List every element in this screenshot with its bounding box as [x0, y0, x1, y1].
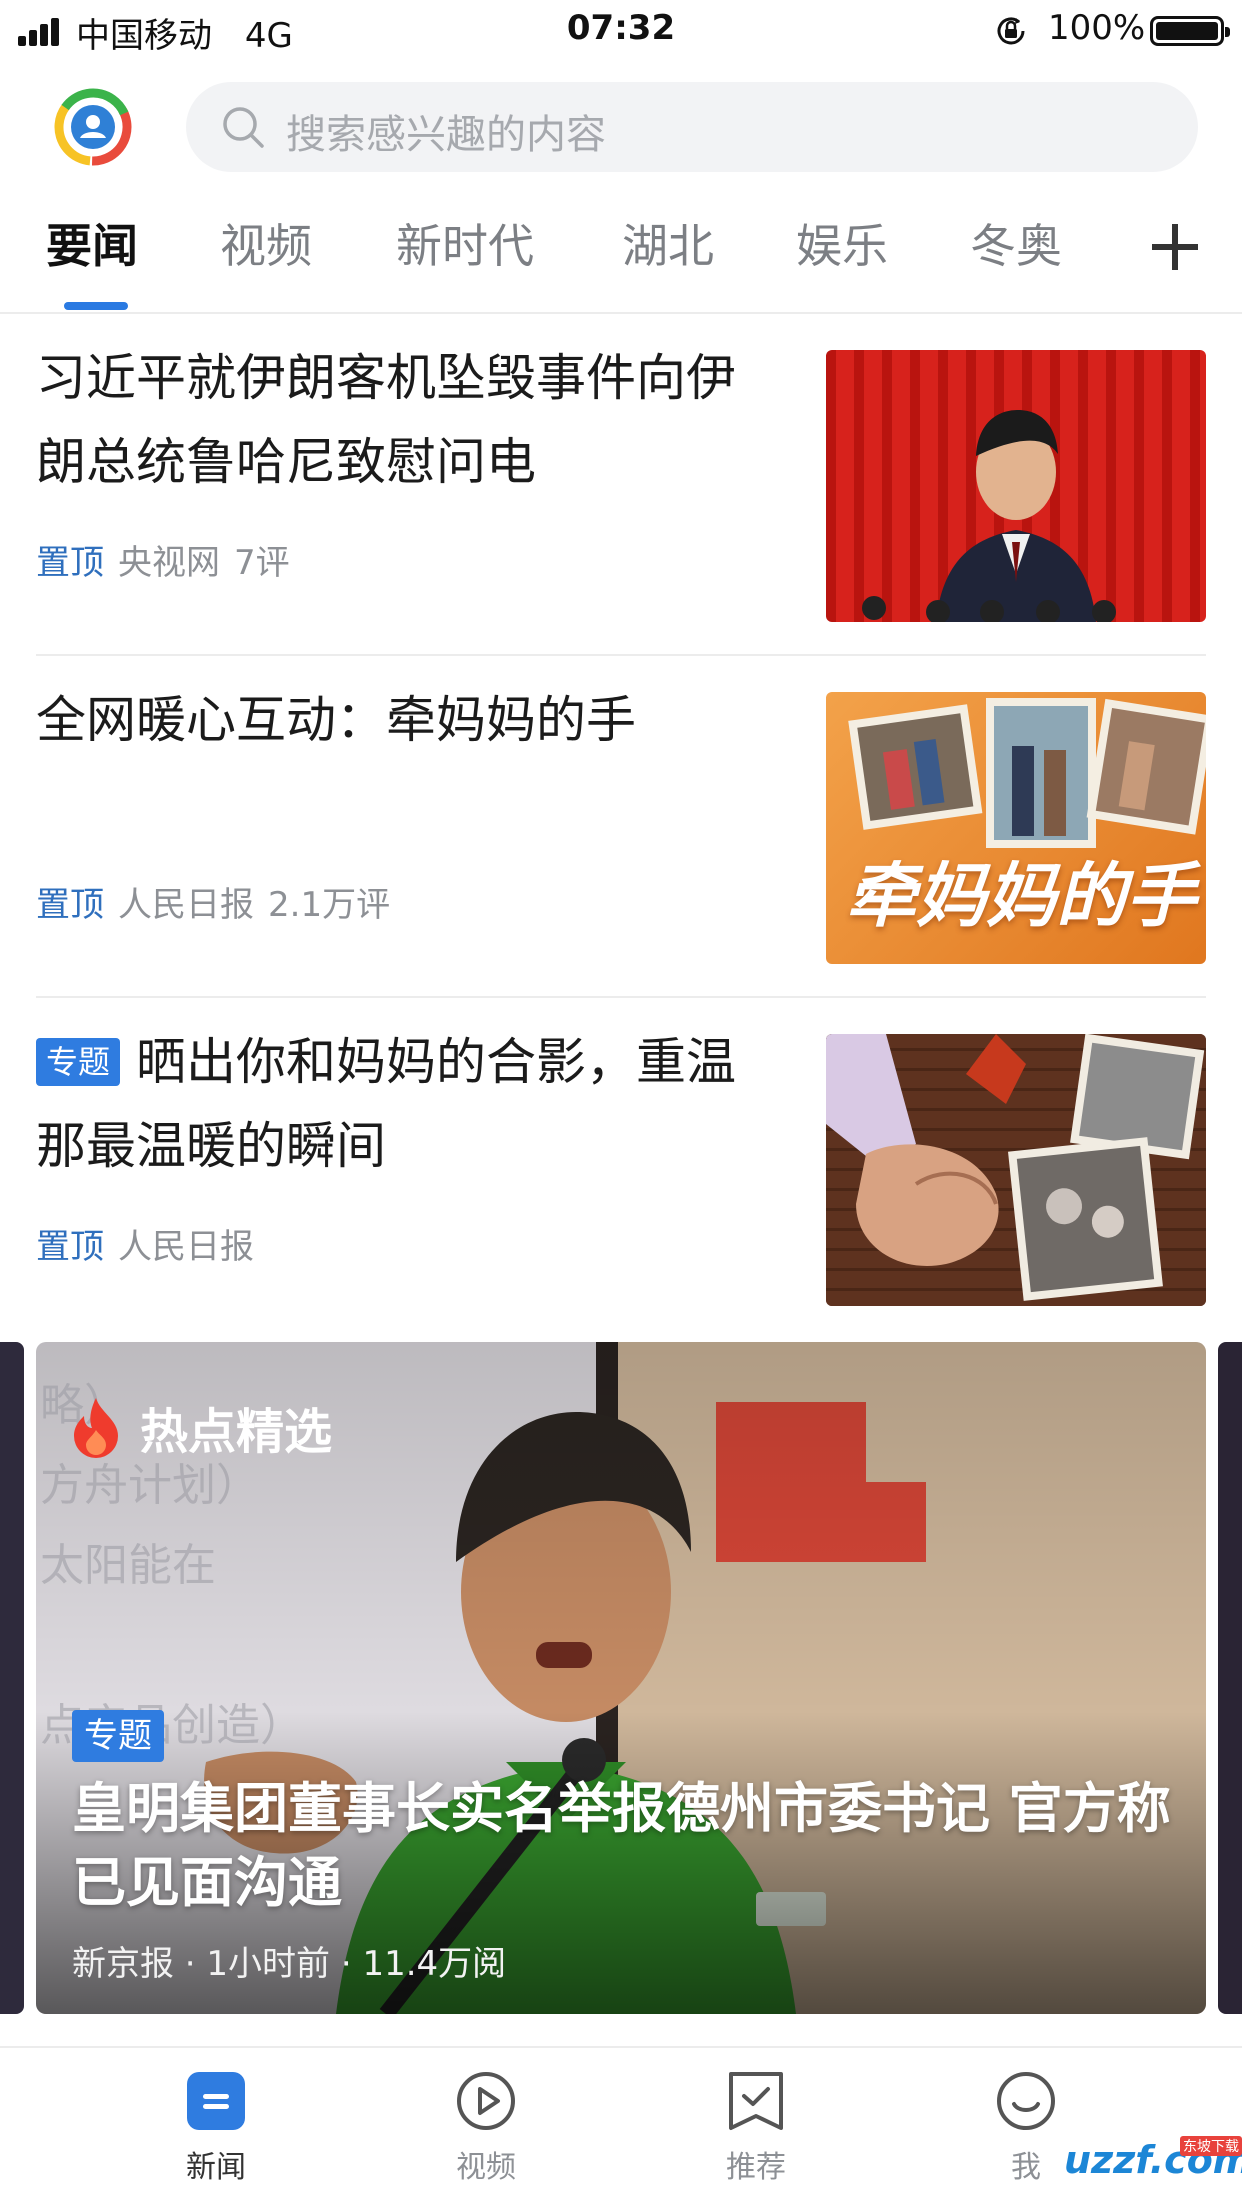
rotation-lock-icon — [997, 17, 1025, 45]
channel-tabs: 要闻 视频 新时代 湖北 娱乐 冬奥 — [0, 210, 1242, 310]
bg-text-2: 方舟计划） — [40, 1461, 260, 1510]
tab-entertainment[interactable]: 娱乐 — [796, 210, 888, 276]
news-title: 晒出你和妈妈的合影，重温那最温暖的瞬间 — [36, 1033, 737, 1175]
news-meta: 置顶 人民日报 — [36, 1219, 268, 1268]
nav-video[interactable]: 视频 — [416, 2070, 556, 2186]
status-bar: 中国移动 4G 07:32 100% — [0, 0, 1242, 62]
play-icon — [457, 2072, 515, 2130]
topic-badge: 专题 — [36, 1038, 121, 1086]
tab-yaowen[interactable]: 要闻 — [46, 210, 138, 276]
active-tab-indicator — [64, 302, 128, 310]
hot-picks-label: 热点精选 — [140, 1404, 333, 1460]
search-icon — [223, 107, 264, 148]
bottom-nav: 新闻 视频 推荐 我 — [0, 2048, 1242, 2208]
hot-picks-card[interactable]: 略） 方舟计划） 太阳能在 点产品创造） 热点精选 专题 皇明集团董事长实名举报… — [36, 1342, 1206, 2014]
tab-hubei[interactable]: 湖北 — [622, 210, 714, 276]
news-title: 习近平就伊朗客机坠毁事件向伊朗总统鲁哈尼致慰问电 — [36, 349, 736, 491]
thumbnail-caption: 牵妈妈的手 — [846, 854, 1196, 937]
pinned-tag: 置顶 — [36, 885, 104, 925]
smile-icon — [997, 2072, 1055, 2130]
news-thumbnail: 牵妈妈的手 — [826, 692, 1206, 964]
nav-news[interactable]: 新闻 — [146, 2070, 286, 2186]
news-item[interactable]: 全网暖心互动：牵妈妈的手 置顶 人民日报 2.1万评 牵妈妈的手 — [36, 678, 1206, 964]
news-icon — [187, 2072, 245, 2130]
news-item[interactable]: 习近平就伊朗客机坠毁事件向伊朗总统鲁哈尼致慰问电 置顶 央视网 7评 — [36, 336, 1206, 622]
news-source: 人民日报 — [118, 1227, 254, 1267]
news-meta: 置顶 央视网 7评 — [36, 535, 290, 584]
carousel-prev-peek[interactable] — [0, 1342, 24, 2014]
battery-percent: 100% — [1048, 8, 1146, 48]
battery-icon — [1150, 16, 1230, 46]
divider — [0, 312, 1242, 314]
tab-video[interactable]: 视频 — [220, 210, 312, 276]
news-source: 央视网 — [118, 543, 220, 583]
pinned-tag: 置顶 — [36, 1227, 104, 1267]
news-thumbnail — [826, 1034, 1206, 1306]
nav-video-label: 视频 — [456, 2150, 516, 2185]
tab-winter-olympics[interactable]: 冬奥 — [970, 210, 1062, 276]
news-title-row: 专题 晒出你和妈妈的合影，重温那最温暖的瞬间 — [36, 1020, 756, 1188]
divider — [36, 654, 1206, 656]
search-placeholder: 搜索感兴趣的内容 — [286, 112, 606, 158]
watermark-sub: 东坡下载 — [1180, 2136, 1242, 2156]
pinned-tag: 置顶 — [36, 543, 104, 583]
news-item[interactable]: 专题 晒出你和妈妈的合影，重温那最温暖的瞬间 置顶 人民日报 — [36, 1020, 1206, 1306]
add-channel-icon[interactable] — [1150, 222, 1200, 272]
topic-badge: 专题 — [72, 1710, 164, 1762]
app-logo-icon[interactable] — [54, 88, 132, 166]
hot-picks-title: 皇明集团董事长实名举报德州市委书记 官方称已见面沟通 — [72, 1777, 1171, 1914]
tab-new-era[interactable]: 新时代 — [396, 210, 534, 276]
comment-count: 2.1万评 — [268, 885, 391, 925]
nav-news-label: 新闻 — [186, 2150, 246, 2185]
nav-recommend-label: 推荐 — [726, 2150, 786, 2185]
recommend-icon — [729, 2072, 783, 2130]
search-bar[interactable]: 搜索感兴趣的内容 — [186, 82, 1198, 172]
news-meta: 置顶 人民日报 2.1万评 — [36, 877, 390, 926]
hot-picks-meta: 新京报 · 1小时前 · 11.4万阅 — [72, 1944, 507, 1984]
divider — [36, 996, 1206, 998]
bg-text-3: 太阳能在 — [40, 1541, 216, 1590]
news-title: 全网暖心互动：牵妈妈的手 — [36, 691, 636, 749]
nav-recommend[interactable]: 推荐 — [686, 2070, 826, 2186]
news-thumbnail — [826, 350, 1206, 622]
carousel-next-peek[interactable] — [1218, 1342, 1242, 2014]
news-source: 人民日报 — [118, 885, 254, 925]
comment-count: 7评 — [234, 543, 290, 583]
